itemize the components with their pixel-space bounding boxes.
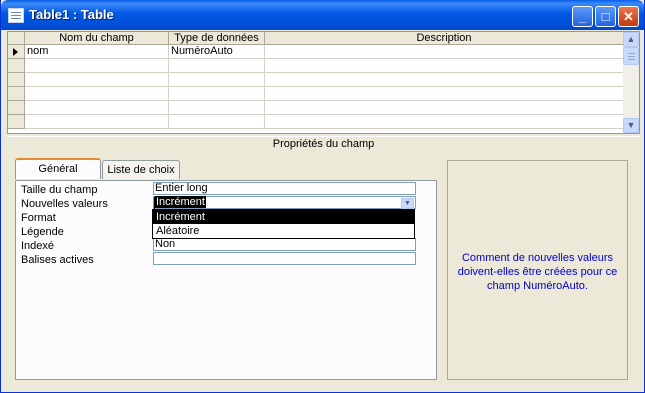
scroll-up-button[interactable]: ▲: [623, 32, 639, 47]
property-label-indexed: Indexé: [21, 240, 55, 252]
column-header-field-name[interactable]: Nom du champ: [25, 32, 169, 45]
grid-corner[interactable]: [8, 32, 25, 45]
window-title: Table1 : Table: [29, 7, 114, 22]
dropdown-option-increment[interactable]: Incrément: [153, 210, 414, 224]
table-icon: [8, 8, 24, 23]
row-selector[interactable]: [8, 59, 25, 73]
help-panel: Comment de nouvelles valeurs doivent-ell…: [447, 160, 628, 380]
new-values-selected-text: Incrément: [155, 196, 206, 208]
vertical-scrollbar[interactable]: ▲ ▼: [623, 32, 639, 133]
field-grid[interactable]: Nom du champ Type de données Description…: [7, 31, 640, 134]
text-caret: [154, 197, 155, 209]
description-cell[interactable]: [265, 59, 624, 73]
field-name-cell[interactable]: [25, 115, 169, 129]
tab-general[interactable]: Général: [15, 158, 101, 179]
indexed-input[interactable]: Non: [153, 238, 416, 251]
minimize-icon: _: [578, 9, 587, 24]
data-type-cell[interactable]: [169, 59, 265, 73]
data-type-cell[interactable]: [169, 87, 265, 101]
row-selector[interactable]: [8, 45, 25, 59]
scroll-down-button[interactable]: ▼: [623, 118, 639, 133]
field-name-cell[interactable]: [25, 87, 169, 101]
current-row-arrow-icon: [13, 48, 18, 56]
description-cell[interactable]: [265, 101, 624, 115]
tab-lookup[interactable]: Liste de choix: [102, 160, 180, 179]
column-header-data-type[interactable]: Type de données: [169, 32, 265, 45]
chevron-up-icon: ▲: [626, 34, 636, 44]
column-header-description[interactable]: Description: [265, 32, 624, 45]
data-type-cell[interactable]: NuméroAuto: [169, 45, 265, 59]
row-selector[interactable]: [8, 115, 25, 129]
data-type-cell[interactable]: [169, 101, 265, 115]
field-name-cell[interactable]: [25, 73, 169, 87]
property-label-caption: Légende: [21, 226, 64, 238]
row-selector[interactable]: [8, 101, 25, 115]
dropdown-option-random[interactable]: Aléatoire: [153, 224, 414, 238]
field-name-cell[interactable]: [25, 101, 169, 115]
description-cell[interactable]: [265, 73, 624, 87]
field-name-cell[interactable]: nom: [25, 45, 169, 59]
property-label-smart-tags: Balises actives: [21, 254, 94, 266]
chevron-down-icon: ▼: [626, 120, 636, 130]
row-selector[interactable]: [8, 73, 25, 87]
title-bar[interactable]: Table1 : Table _ □ ✕: [1, 0, 644, 30]
help-text: Comment de nouvelles valeurs doivent-ell…: [457, 252, 618, 292]
chevron-down-icon[interactable]: ▼: [401, 198, 414, 209]
new-values-dropdown-list[interactable]: Incrément Aléatoire: [152, 209, 415, 239]
description-cell[interactable]: [265, 115, 624, 129]
scroll-thumb[interactable]: [623, 47, 639, 65]
field-properties-header: Propriétés du champ: [7, 136, 640, 152]
maximize-button[interactable]: □: [595, 6, 616, 27]
minimize-button[interactable]: _: [572, 6, 593, 27]
new-values-combo[interactable]: Incrément ▼: [153, 196, 416, 209]
description-cell[interactable]: [265, 87, 624, 101]
close-button[interactable]: ✕: [618, 6, 639, 27]
row-selector[interactable]: [8, 87, 25, 101]
property-label-format: Format: [21, 212, 56, 224]
data-type-cell[interactable]: [169, 73, 265, 87]
smart-tags-input[interactable]: [153, 252, 416, 265]
property-label-new-values: Nouvelles valeurs: [21, 198, 108, 210]
description-cell[interactable]: [265, 45, 624, 59]
close-icon: ✕: [623, 9, 634, 24]
field-name-cell[interactable]: [25, 59, 169, 73]
table-design-window: Table1 : Table _ □ ✕ Nom du champ Type d…: [0, 0, 645, 393]
maximize-icon: □: [601, 9, 610, 24]
field-size-input[interactable]: Entier long: [153, 182, 416, 195]
data-type-cell[interactable]: [169, 115, 265, 129]
property-label-field-size: Taille du champ: [21, 184, 98, 196]
